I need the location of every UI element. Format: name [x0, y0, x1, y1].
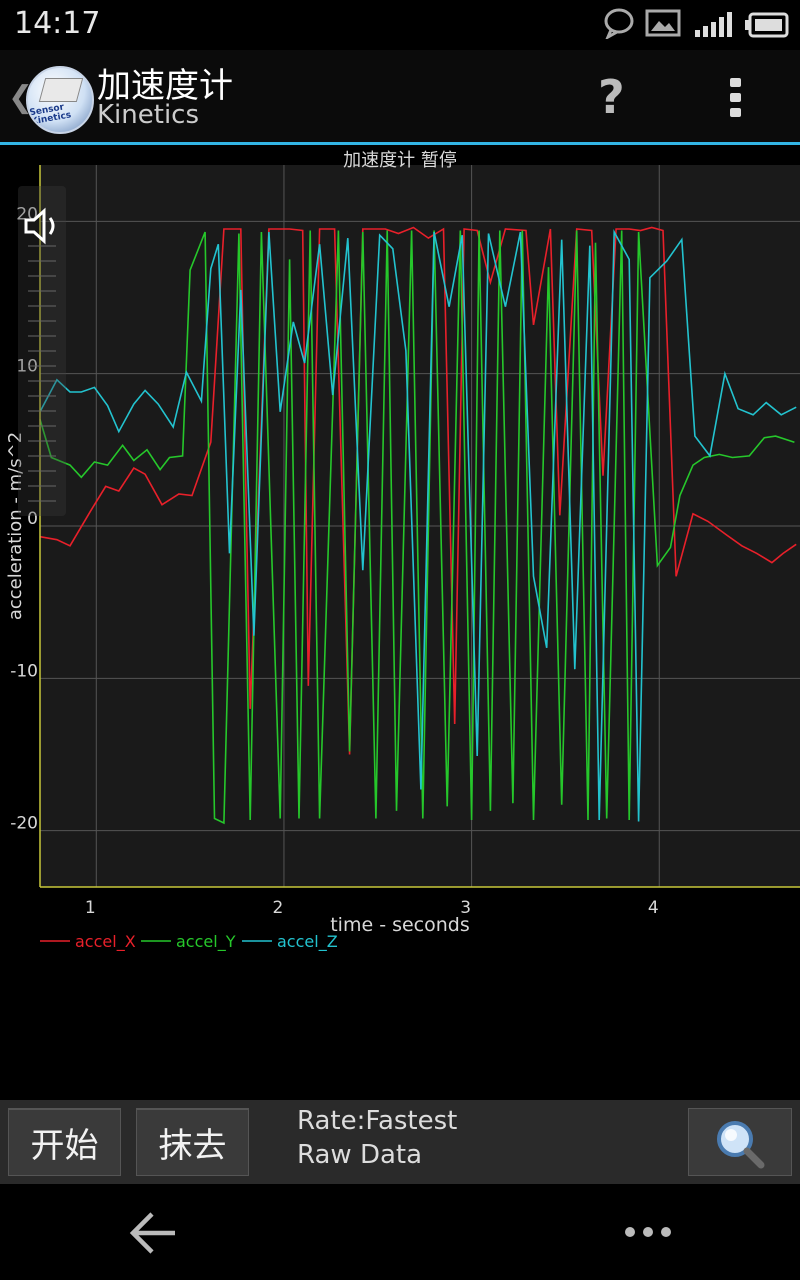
back-arrow-icon[interactable] — [128, 1210, 178, 1256]
chart-legend: accel_X accel_Y accel_Z — [40, 932, 338, 952]
legend-label: accel_Z — [277, 932, 338, 952]
app-logo-label: Sensor Kinetics — [28, 102, 73, 128]
battery-icon — [745, 12, 789, 38]
mode-text: Raw Data — [297, 1140, 423, 1170]
x-tick-label: 2 — [273, 898, 284, 918]
help-button[interactable]: ? — [598, 70, 625, 124]
zoom-button[interactable] — [688, 1108, 792, 1176]
app-logo-icon[interactable]: Sensor Kinetics — [26, 66, 94, 134]
x-tick-label: 4 — [648, 898, 659, 918]
start-button[interactable]: 开始 — [8, 1108, 121, 1176]
chat-notification-icon — [604, 8, 634, 39]
acceleration-chart[interactable]: 1 2 3 420100-10-20 加速度计 暂停 time - seconds a… — [0, 145, 800, 955]
signal-strength-icon — [695, 12, 732, 37]
legend-label: accel_Y — [176, 932, 236, 952]
y-tick-label: -10 — [10, 661, 38, 681]
image-notification-icon — [645, 9, 681, 37]
page-subtitle: Kinetics — [97, 100, 200, 130]
y-tick-label: -20 — [10, 814, 38, 834]
overflow-menu-icon[interactable] — [730, 78, 741, 123]
more-dots-icon[interactable] — [622, 1224, 674, 1240]
magnifier-icon — [717, 1121, 765, 1169]
legend-label: accel_X — [75, 932, 136, 952]
chart-header: 加速度计 暂停 — [343, 150, 457, 171]
navigation-bar — [0, 1184, 800, 1280]
speaker-icon[interactable] — [22, 206, 66, 246]
clear-button[interactable]: 抹去 — [136, 1108, 249, 1176]
rate-text: Rate:Fastest — [297, 1106, 458, 1136]
status-time: 14:17 — [14, 6, 101, 41]
x-axis-label: time - seconds — [330, 914, 470, 936]
x-tick-label: 1 — [85, 898, 96, 918]
rate-info: Rate:Fastest Raw Data — [297, 1104, 457, 1172]
status-bar: 14:17 — [0, 0, 800, 50]
device-graphic — [38, 78, 84, 102]
